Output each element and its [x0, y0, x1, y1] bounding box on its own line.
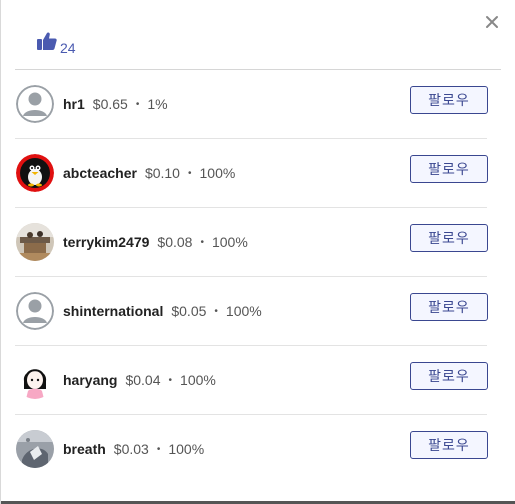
list-item: shinternational $0.05 • 100% 팔로우 [15, 277, 488, 346]
vote-percent: 100% [168, 441, 205, 457]
voter-info: breath $0.03 • 100% [63, 441, 204, 457]
vote-amount: $0.05 [171, 303, 207, 319]
separator-dot: • [214, 305, 218, 317]
vote-amount: $0.10 [144, 165, 180, 181]
voter-name[interactable]: shinternational [63, 303, 163, 319]
voter-name[interactable]: abcteacher [63, 165, 137, 181]
voter-name[interactable]: terrykim2479 [63, 234, 149, 250]
list-item: hr1 $0.65 • 1% 팔로우 [15, 70, 488, 139]
follow-button[interactable]: 팔로우 [410, 431, 488, 459]
vote-percent: 100% [199, 165, 236, 181]
follow-button[interactable]: 팔로우 [410, 293, 488, 321]
default-avatar[interactable] [16, 292, 54, 330]
vote-percent: 100% [180, 372, 216, 388]
voter-info: shinternational $0.05 • 100% [63, 303, 262, 319]
separator-dot: • [135, 98, 140, 110]
separator-dot: • [187, 167, 192, 179]
follow-button[interactable]: 팔로우 [410, 155, 488, 183]
voter-info: abcteacher $0.10 • 100% [63, 165, 235, 181]
voter-name[interactable]: haryang [63, 372, 117, 388]
voters-modal: 24 hr1 $0.65 • 1% 팔로우 abcteacher $0.10 •… [0, 0, 515, 504]
vote-amount: $0.65 [92, 96, 128, 112]
list-item: breath $0.03 • 100% 팔로우 [15, 415, 488, 483]
vote-amount: $0.03 [113, 441, 149, 457]
voter-info: terrykim2479 $0.08 • 100% [63, 234, 248, 250]
separator-dot: • [168, 374, 173, 386]
follow-button[interactable]: 팔로우 [410, 362, 488, 390]
default-avatar[interactable] [16, 85, 54, 123]
voter-name[interactable]: breath [63, 441, 106, 457]
close-icon[interactable] [484, 14, 500, 30]
voter-list: hr1 $0.65 • 1% 팔로우 abcteacher $0.10 • 10… [15, 70, 488, 483]
voter-name[interactable]: hr1 [63, 96, 85, 112]
like-count: 24 [60, 40, 76, 56]
list-item: terrykim2479 $0.08 • 100% 팔로우 [15, 208, 488, 277]
vote-amount: $0.04 [125, 372, 161, 388]
voter-info: hr1 $0.65 • 1% [63, 96, 168, 112]
penguin-avatar[interactable] [16, 154, 54, 192]
vote-percent: 1% [147, 96, 168, 112]
vote-percent: 100% [211, 234, 248, 250]
photo-avatar[interactable] [16, 430, 54, 468]
follow-button[interactable]: 팔로우 [410, 86, 488, 114]
thumbs-up-icon [37, 32, 57, 55]
follow-button[interactable]: 팔로우 [410, 224, 488, 252]
voter-info: haryang $0.04 • 100% [63, 372, 216, 388]
list-item: abcteacher $0.10 • 100% 팔로우 [15, 139, 488, 208]
vote-percent: 100% [225, 303, 262, 319]
separator-dot: • [156, 443, 161, 455]
vote-amount: $0.08 [157, 234, 193, 250]
likes-header: 24 [37, 32, 76, 55]
list-item: haryang $0.04 • 100% 팔로우 [15, 346, 488, 415]
photo-avatar[interactable] [16, 223, 54, 261]
girl-avatar[interactable] [16, 361, 54, 399]
separator-dot: • [200, 236, 204, 248]
